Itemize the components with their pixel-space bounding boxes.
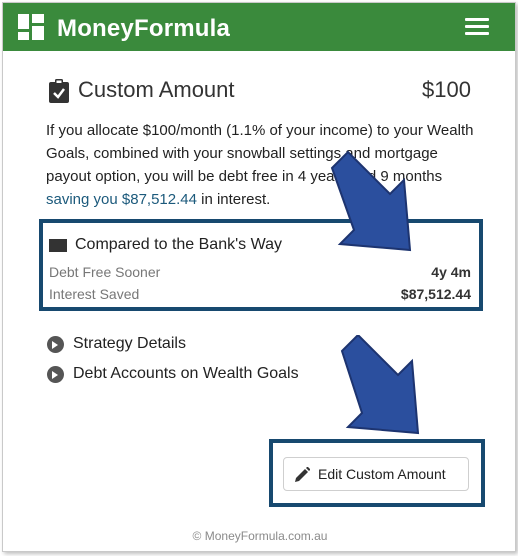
comparison-label: Interest Saved — [49, 286, 140, 302]
clipboard-check-icon — [49, 79, 69, 103]
savings-highlight: saving you $87,512.44 — [46, 191, 197, 208]
bank-icon — [49, 239, 67, 252]
summary-text-end: in interest. — [196, 191, 271, 208]
accordion-debt-accounts[interactable]: Debt Accounts on Wealth Goals — [47, 365, 347, 385]
app-frame: MoneyFormula Custom Amount $100 If you a… — [2, 2, 516, 552]
bank-comparison-panel: Compared to the Bank's Way Debt Free Soo… — [39, 219, 483, 311]
chevron-right-circle-icon — [47, 336, 64, 353]
comparison-row: Debt Free Sooner 4y 4m — [49, 264, 475, 280]
brand-title[interactable]: MoneyFormula — [57, 15, 230, 43]
summary-text: If you allocate $100/month (1.1% of your… — [46, 122, 474, 185]
edit-button-highlight: Edit Custom Amount — [269, 439, 485, 507]
card-title: Custom Amount — [78, 77, 235, 102]
chevron-right-circle-icon — [47, 366, 64, 383]
hamburger-menu-icon[interactable] — [465, 18, 489, 36]
comparison-heading-text: Compared to the Bank's Way — [75, 236, 282, 253]
accordion-label: Strategy Details — [73, 335, 186, 352]
comparison-value: $87,512.44 — [400, 286, 471, 302]
summary-paragraph: If you allocate $100/month (1.1% of your… — [46, 119, 476, 211]
pencil-icon — [295, 467, 310, 482]
accordion-strategy-details[interactable]: Strategy Details — [47, 335, 247, 355]
logo-icon — [18, 14, 44, 40]
edit-button-label: Edit Custom Amount — [318, 466, 446, 482]
comparison-value: 4y 4m — [431, 264, 471, 280]
comparison-row: Interest Saved $87,512.44 — [49, 286, 475, 302]
card-amount: $100 — [422, 77, 471, 102]
navbar: MoneyFormula — [3, 3, 515, 51]
edit-custom-amount-button[interactable]: Edit Custom Amount — [283, 457, 469, 491]
card-header: Custom Amount $100 — [46, 75, 471, 109]
comparison-label: Debt Free Sooner — [49, 264, 161, 280]
footer-copyright: © MoneyFormula.com.au — [192, 529, 328, 543]
accordion-label: Debt Accounts on Wealth Goals — [73, 365, 299, 382]
